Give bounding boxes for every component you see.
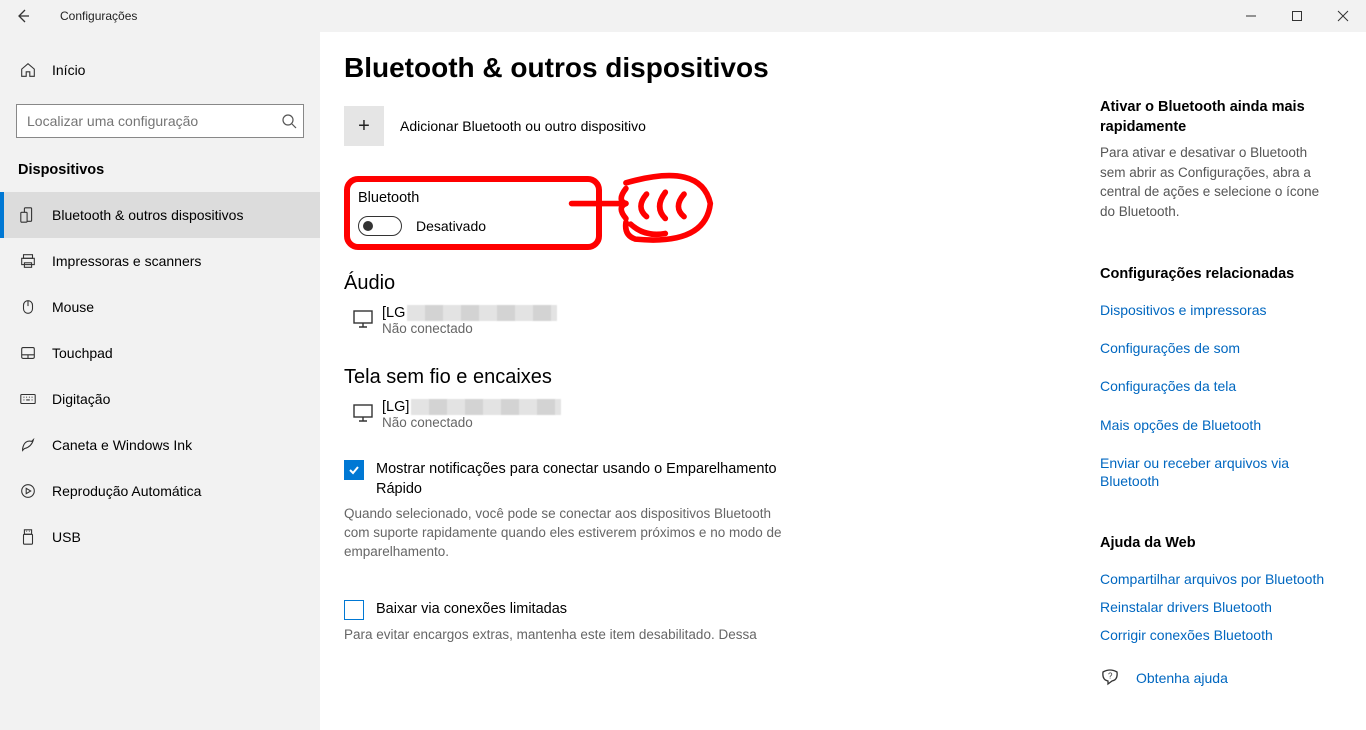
back-button[interactable] — [0, 0, 46, 32]
printer-icon — [18, 252, 38, 270]
sidebar-nav: Bluetooth & outros dispositivos Impresso… — [0, 192, 320, 560]
maximize-button[interactable] — [1274, 0, 1320, 32]
link-devices-printers[interactable]: Dispositivos e impressoras — [1100, 301, 1336, 319]
quick-tip-title: Ativar o Bluetooth ainda mais rapidament… — [1100, 98, 1336, 137]
bluetooth-label: Bluetooth — [358, 190, 486, 206]
link-reinstall-drivers[interactable]: Reinstalar drivers Bluetooth — [1100, 598, 1336, 616]
add-device-label: Adicionar Bluetooth ou outro dispositivo — [400, 118, 646, 134]
usb-icon — [18, 528, 38, 546]
quick-tip-text: Para ativar e desativar o Bluetooth sem … — [1100, 143, 1336, 221]
maximize-icon — [1291, 10, 1303, 22]
limited-label: Baixar via conexões limitadas — [376, 600, 567, 620]
home-button[interactable]: Início — [0, 50, 320, 90]
window-title: Configurações — [46, 9, 137, 23]
search-icon — [281, 113, 297, 129]
touchpad-icon — [18, 344, 38, 362]
autoplay-icon — [18, 482, 38, 500]
audio-device-item[interactable]: [LG Não conectado — [344, 305, 744, 336]
titlebar: Configurações — [0, 0, 1366, 32]
limited-checkbox[interactable] — [344, 600, 364, 620]
sidebar-heading: Dispositivos — [0, 138, 320, 188]
sidebar-item-pen[interactable]: Caneta e Windows Ink — [0, 422, 320, 468]
related-heading: Configurações relacionadas — [1100, 265, 1336, 285]
limited-description: Para evitar encargos extras, mantenha es… — [344, 626, 784, 645]
svg-text:?: ? — [1108, 672, 1113, 681]
minimize-button[interactable] — [1228, 0, 1274, 32]
pen-icon — [18, 436, 38, 454]
arrow-left-icon — [15, 8, 31, 24]
link-share-files-bluetooth[interactable]: Compartilhar arquivos por Bluetooth — [1100, 570, 1336, 588]
main-content: Bluetooth & outros dispositivos + Adicio… — [320, 32, 1100, 730]
close-button[interactable] — [1320, 0, 1366, 32]
wireless-heading: Tela sem fio e encaixes — [344, 366, 1100, 389]
get-help-label[interactable]: Obtenha ajuda — [1136, 669, 1228, 687]
annotation-pointing-hand-icon — [560, 166, 720, 256]
sidebar-item-printers[interactable]: Impressoras e scanners — [0, 238, 320, 284]
mouse-icon — [18, 298, 38, 316]
quickpair-description: Quando selecionado, você pode se conecta… — [344, 505, 784, 562]
sidebar-item-label: Bluetooth & outros dispositivos — [52, 207, 243, 223]
wireless-device-status: Não conectado — [382, 415, 744, 430]
sidebar-item-autoplay[interactable]: Reprodução Automática — [0, 468, 320, 514]
home-icon — [18, 61, 38, 79]
redacted-text — [407, 305, 557, 321]
sidebar-item-usb[interactable]: USB — [0, 514, 320, 560]
quickpair-label: Mostrar notificações para conectar usand… — [376, 460, 784, 499]
sidebar-item-typing[interactable]: Digitação — [0, 376, 320, 422]
sidebar-item-label: Impressoras e scanners — [52, 253, 201, 269]
sidebar-item-label: Digitação — [52, 391, 110, 407]
redacted-text — [411, 399, 561, 415]
sidebar-item-label: Touchpad — [52, 345, 113, 361]
add-device-button[interactable]: + Adicionar Bluetooth ou outro dispositi… — [344, 106, 1100, 146]
wireless-device-item[interactable]: [LG] Não conectado — [344, 399, 744, 430]
sidebar: Início Dispositivos Bluetooth & outros d… — [0, 32, 320, 730]
plus-icon: + — [344, 106, 384, 146]
home-label: Início — [52, 62, 85, 78]
help-heading: Ajuda da Web — [1100, 534, 1336, 554]
sidebar-item-bluetooth[interactable]: Bluetooth & outros dispositivos — [0, 192, 320, 238]
sidebar-item-label: Mouse — [52, 299, 94, 315]
right-pane: Ativar o Bluetooth ainda mais rapidament… — [1100, 32, 1366, 730]
bluetooth-toggle[interactable] — [358, 216, 402, 236]
page-title: Bluetooth & outros dispositivos — [344, 52, 1100, 84]
link-more-bluetooth[interactable]: Mais opções de Bluetooth — [1100, 416, 1336, 434]
bluetooth-toggle-status: Desativado — [416, 218, 486, 234]
get-help-button[interactable]: ? Obtenha ajuda — [1100, 668, 1336, 688]
close-icon — [1337, 10, 1349, 22]
sidebar-item-label: Reprodução Automática — [52, 483, 201, 499]
quickpair-checkbox[interactable] — [344, 460, 364, 480]
device-icon — [18, 206, 38, 224]
audio-heading: Áudio — [344, 272, 1100, 295]
audio-device-status: Não conectado — [382, 321, 744, 336]
help-icon: ? — [1100, 668, 1120, 688]
search-input[interactable] — [27, 113, 281, 129]
minimize-icon — [1245, 10, 1257, 22]
link-sound-settings[interactable]: Configurações de som — [1100, 339, 1336, 357]
sidebar-item-label: USB — [52, 529, 81, 545]
search-box[interactable] — [16, 104, 304, 138]
link-send-receive-bluetooth[interactable]: Enviar ou receber arquivos via Bluetooth — [1100, 454, 1336, 490]
wireless-device-name: [LG] — [382, 399, 409, 415]
monitor-icon — [344, 305, 382, 336]
bluetooth-section-annotated: Bluetooth Desativado — [344, 176, 602, 250]
link-fix-connections[interactable]: Corrigir conexões Bluetooth — [1100, 626, 1336, 644]
sidebar-item-touchpad[interactable]: Touchpad — [0, 330, 320, 376]
keyboard-icon — [18, 390, 38, 408]
link-display-settings[interactable]: Configurações da tela — [1100, 377, 1336, 395]
monitor-icon — [344, 399, 382, 430]
sidebar-item-mouse[interactable]: Mouse — [0, 284, 320, 330]
sidebar-item-label: Caneta e Windows Ink — [52, 437, 192, 453]
check-icon — [347, 463, 361, 477]
audio-device-name: [LG — [382, 305, 405, 321]
